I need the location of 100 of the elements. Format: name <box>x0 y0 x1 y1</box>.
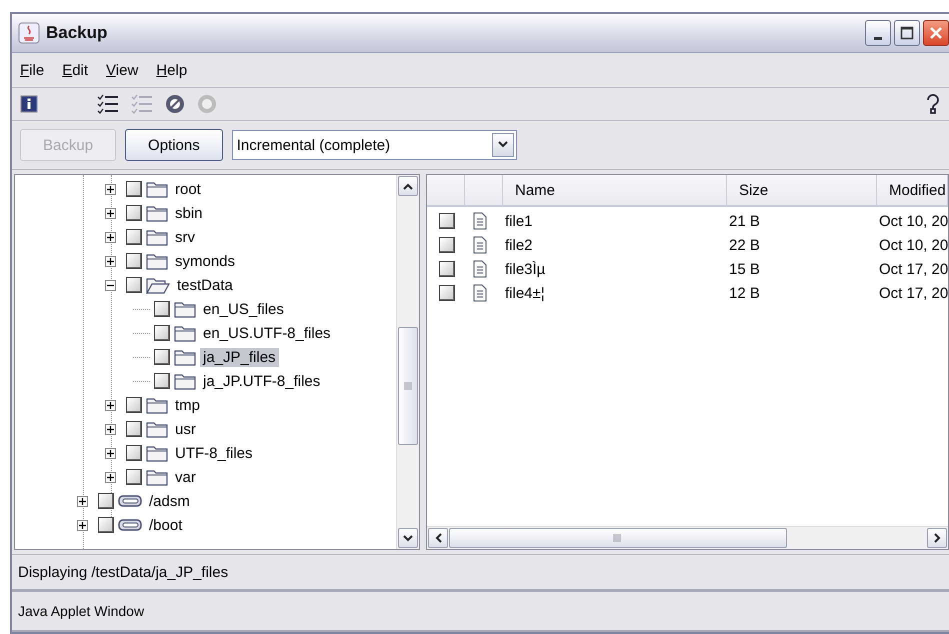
folder-icon <box>146 396 168 414</box>
caret-icon[interactable] <box>492 133 514 157</box>
expand-icon[interactable] <box>105 400 116 410</box>
checkbox[interactable] <box>439 285 455 301</box>
collapse-icon[interactable] <box>105 280 116 290</box>
checkbox[interactable] <box>126 253 142 269</box>
column-header[interactable]: Name <box>503 175 727 205</box>
close-icon <box>929 26 943 40</box>
checkbox[interactable] <box>126 397 142 413</box>
info-icon[interactable] <box>20 95 38 113</box>
checkbox[interactable] <box>126 229 142 245</box>
tree-item[interactable]: usr <box>172 420 199 438</box>
maximize-button[interactable] <box>894 20 920 46</box>
checkbox[interactable] <box>154 325 170 341</box>
file-icon <box>473 284 487 302</box>
folder-icon <box>146 180 168 198</box>
checkbox[interactable] <box>439 261 455 277</box>
tree-item[interactable]: /boot <box>146 516 186 534</box>
expand-icon[interactable] <box>105 256 116 266</box>
folder-icon <box>146 204 168 222</box>
folder-icon <box>146 444 168 462</box>
table-cell-text: 21 B <box>728 212 761 230</box>
help-icon[interactable] <box>925 93 941 115</box>
options-button[interactable]: Options <box>125 129 223 161</box>
checkbox[interactable] <box>126 277 142 293</box>
menu-item[interactable]: View <box>104 60 140 80</box>
table-cell-text: Oct 10, 20 <box>878 236 948 254</box>
scroll-right-icon[interactable] <box>927 528 947 548</box>
scroll-up-icon[interactable] <box>398 176 418 196</box>
expand-icon[interactable] <box>105 184 116 194</box>
checkbox[interactable] <box>98 493 114 509</box>
table-cell-text: Oct 10, 20 <box>878 212 948 230</box>
file-icon <box>473 212 487 230</box>
menu-item[interactable]: Help <box>154 60 190 80</box>
tree-item[interactable]: tmp <box>172 396 204 414</box>
checkbox[interactable] <box>126 421 142 437</box>
checkbox[interactable] <box>126 445 142 461</box>
folder-icon <box>146 228 168 246</box>
expand-icon[interactable] <box>77 496 88 506</box>
minimize-icon <box>874 36 882 40</box>
tree-item[interactable]: /adsm <box>146 492 193 510</box>
horizontal-scrollbar[interactable] <box>427 526 948 549</box>
cancel-icon[interactable] <box>164 93 186 115</box>
table-cell-text: 12 B <box>728 284 761 302</box>
checkbox[interactable] <box>126 205 142 221</box>
minimize-button[interactable] <box>865 20 891 46</box>
app-icon <box>18 22 40 44</box>
menu-item[interactable]: Edit <box>60 60 90 80</box>
tree-item[interactable]: root <box>172 180 204 198</box>
checkbox[interactable] <box>439 237 455 253</box>
tree-item[interactable]: en_US.UTF-8_files <box>200 324 334 342</box>
file-icon <box>473 236 487 254</box>
scroll-down-icon[interactable] <box>398 528 418 548</box>
checkbox[interactable] <box>154 301 170 317</box>
expand-icon[interactable] <box>105 448 116 458</box>
menu-item[interactable]: File <box>18 60 46 80</box>
file-icon <box>473 260 487 278</box>
checkbox[interactable] <box>126 181 142 197</box>
drive-icon <box>118 493 142 509</box>
tree-item[interactable]: symonds <box>172 252 238 270</box>
tree-item[interactable]: UTF-8_files <box>172 444 256 462</box>
applet-warning: Java Applet Window <box>12 589 949 632</box>
folder-icon <box>174 372 196 390</box>
window-title: Backup <box>46 23 108 43</box>
table-cell-text: 22 B <box>728 236 761 254</box>
folder-icon <box>174 348 196 366</box>
close-button[interactable] <box>923 20 949 46</box>
expand-icon[interactable] <box>105 208 116 218</box>
checkbox[interactable] <box>439 213 455 229</box>
checkbox[interactable] <box>154 349 170 365</box>
checkbox[interactable] <box>126 469 142 485</box>
tree-item[interactable]: sbin <box>172 204 206 222</box>
checkbox[interactable] <box>98 517 114 533</box>
table-cell-text: file1 <box>504 212 534 230</box>
table-cell-text: 15 B <box>728 260 761 278</box>
table-cell-text: Oct 17, 20 <box>878 260 948 278</box>
tree-item[interactable]: srv <box>172 228 198 246</box>
tree-item[interactable]: ja_JP_files <box>200 348 279 366</box>
open-folder-icon <box>146 276 170 294</box>
expand-icon[interactable] <box>77 520 88 530</box>
vertical-scrollbar[interactable] <box>396 175 419 549</box>
column-header[interactable]: Modified <box>877 175 948 205</box>
tree-item[interactable]: var <box>172 468 199 486</box>
folder-icon <box>174 300 196 318</box>
expand-icon[interactable] <box>105 232 116 242</box>
grip-icon <box>403 382 413 390</box>
checkbox[interactable] <box>154 373 170 389</box>
table-cell-text: file4±¦ <box>504 284 546 302</box>
table-cell-text: file3Ìµ <box>504 260 546 278</box>
tree-item[interactable]: ja_JP.UTF-8_files <box>200 372 324 390</box>
scroll-left-icon[interactable] <box>428 528 448 548</box>
tree-item[interactable]: en_US_files <box>200 300 287 318</box>
list-icon[interactable] <box>96 93 120 115</box>
drive-icon <box>118 517 142 533</box>
mode-dropdown[interactable]: Incremental (complete) <box>232 130 517 160</box>
folder-icon <box>174 324 196 342</box>
expand-icon[interactable] <box>105 472 116 482</box>
column-header[interactable]: Size <box>727 175 877 205</box>
expand-icon[interactable] <box>105 424 116 434</box>
tree-item[interactable]: testData <box>174 276 236 294</box>
